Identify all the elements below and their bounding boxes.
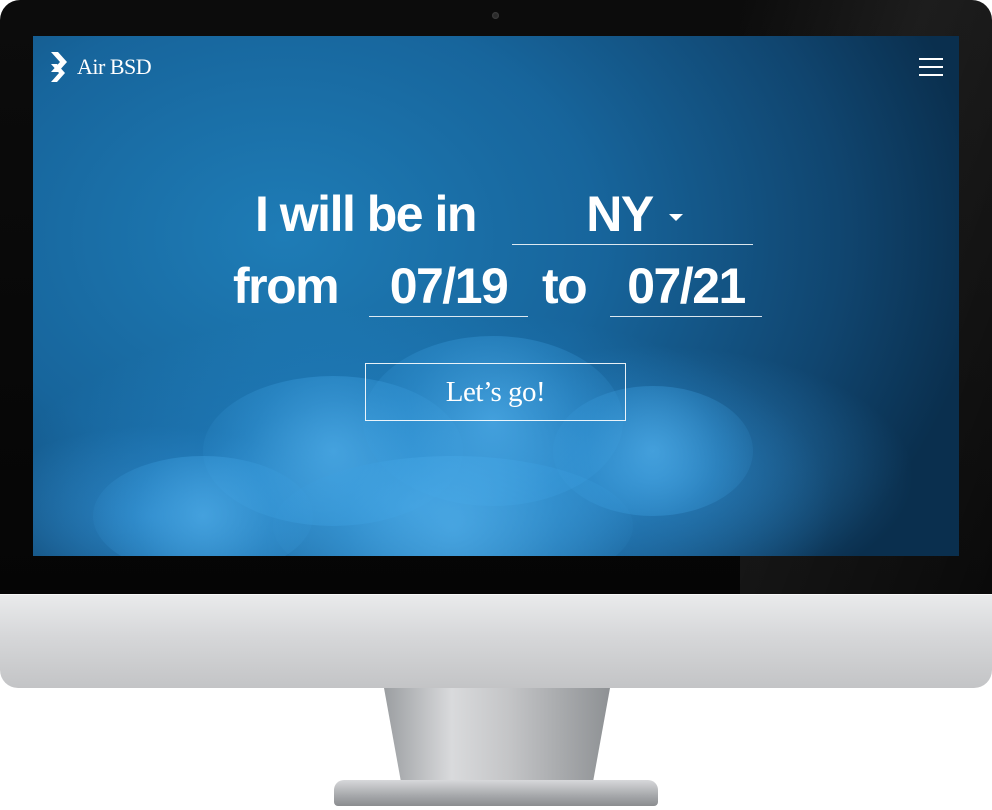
monitor-mockup: Air BSD I will be in NY from 07/19 to 07…	[0, 0, 992, 810]
caret-down-icon	[669, 214, 683, 221]
line1-prefix: I will be in	[255, 186, 477, 242]
cloud-decoration	[93, 456, 313, 556]
to-date-field[interactable]: 07/21	[610, 256, 762, 317]
cloud-decoration	[273, 456, 633, 556]
headline-line-1: I will be in NY	[33, 184, 959, 254]
menu-line	[919, 74, 943, 76]
monitor-chin	[0, 594, 992, 688]
menu-line	[919, 66, 943, 68]
chevron-arrow-logo-icon	[51, 52, 67, 82]
city-select[interactable]: NY	[512, 184, 753, 245]
brand-logo[interactable]: Air BSD	[51, 52, 152, 82]
cloud-decoration	[363, 336, 623, 506]
camera-icon	[492, 12, 499, 19]
to-date-value: 07/21	[627, 258, 746, 314]
to-label: to	[542, 258, 588, 314]
from-label: from	[233, 258, 340, 314]
monitor-stand-neck	[384, 688, 610, 788]
city-value: NY	[586, 186, 654, 242]
from-date-value: 07/19	[389, 258, 509, 314]
headline-line-2: from 07/19 to 07/21	[33, 256, 959, 326]
menu-line	[919, 58, 943, 60]
brand-name: Air BSD	[77, 54, 152, 79]
monitor-stand-base	[334, 780, 658, 806]
lets-go-button[interactable]: Let’s go!	[365, 363, 626, 421]
screen: Air BSD I will be in NY from 07/19 to 07…	[33, 36, 959, 556]
hamburger-menu-icon[interactable]	[919, 58, 943, 76]
from-date-field[interactable]: 07/19	[369, 256, 528, 317]
